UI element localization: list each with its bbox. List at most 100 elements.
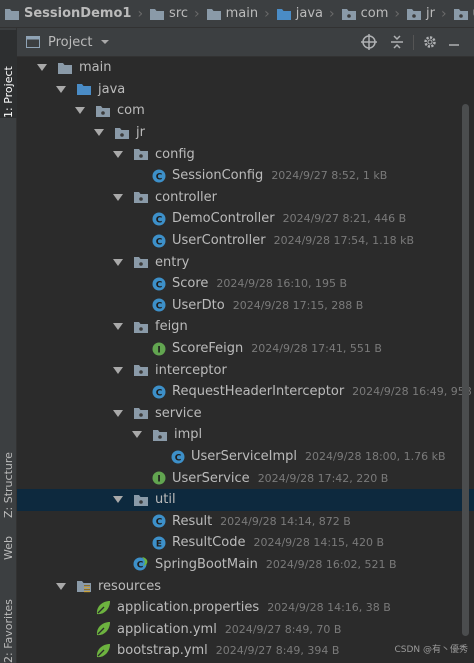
breadcrumb-item[interactable]: jr [406, 6, 435, 21]
tree-row[interactable]: C Score 2024/9/28 16:10, 195 B [17, 273, 474, 295]
tree-row[interactable]: C UserServiceImpl 2024/9/28 18:00, 1.76 kB [17, 446, 474, 468]
tree-item-name: feign [155, 319, 188, 335]
package-icon [134, 257, 148, 269]
tree-row[interactable]: resources [17, 575, 474, 597]
web-tab-label: Web [2, 536, 15, 560]
tree-row[interactable]: C UserController 2024/9/28 17:54, 1.18 kB [17, 230, 474, 252]
breadcrumb-item[interactable]: com [341, 6, 388, 21]
expand-arrow-icon[interactable] [94, 129, 104, 137]
expand-arrow-icon[interactable] [113, 150, 123, 158]
tree-row[interactable]: interceptor [17, 359, 474, 381]
collapse-all-icon[interactable] [389, 34, 405, 50]
tree-item-meta: 2024/9/28 14:16, 38 B [267, 601, 391, 615]
expand-arrow-icon[interactable] [113, 409, 123, 417]
expand-arrow-icon[interactable] [113, 323, 123, 331]
tree-row[interactable]: config [17, 143, 474, 165]
tree-item-name: jr [136, 125, 145, 141]
chevron-down-icon[interactable] [100, 37, 110, 47]
tree-item-name: service [155, 405, 202, 421]
tree-row[interactable]: controller [17, 187, 474, 209]
project-tree[interactable]: main java com jr config C SessionConfig 2024/9/… [17, 57, 474, 663]
tree-item-meta: 2024/9/27 8:49, 394 B [215, 644, 340, 658]
svg-text:C: C [156, 518, 163, 528]
tree-row[interactable]: service [17, 403, 474, 425]
svg-text:I: I [157, 345, 160, 355]
structure-tool-tab[interactable]: Z: Structure [0, 408, 17, 518]
tree-vertical-scrollbar[interactable] [462, 104, 469, 636]
target-icon[interactable] [361, 34, 377, 50]
svg-text:C: C [156, 302, 163, 312]
tree-row[interactable]: feign [17, 316, 474, 338]
breadcrumb-item[interactable]: src [149, 6, 188, 21]
folder-icon [5, 8, 19, 20]
tree-row[interactable]: I ScoreFeign 2024/9/28 17:41, 551 B [17, 338, 474, 360]
tree-item-name: SpringBootMain [155, 557, 258, 573]
tree-row[interactable]: application.yml 2024/9/27 8:49, 70 B [17, 619, 474, 641]
expand-arrow-icon[interactable] [113, 193, 123, 201]
expand-arrow-icon[interactable] [113, 366, 123, 374]
tree-row[interactable]: com [17, 100, 474, 122]
package-icon [406, 8, 421, 20]
structure-tab-label: Z: Structure [2, 452, 15, 518]
tree-item-name: UserServiceImpl [191, 449, 298, 465]
java-interface-icon: I [152, 342, 166, 356]
svg-text:C: C [156, 172, 163, 182]
package-icon [96, 105, 110, 117]
tree-row[interactable]: C RequestHeaderInterceptor 2024/9/28 16:49… [17, 381, 474, 403]
tree-item-name: application.properties [117, 600, 260, 616]
breadcrumb-label: jr [425, 6, 435, 21]
tree-row[interactable]: jr [17, 122, 474, 144]
gear-icon[interactable] [422, 34, 438, 50]
web-tool-tab[interactable]: Web [0, 516, 17, 560]
minimize-icon[interactable] [447, 34, 461, 50]
tree-item-meta: 2024/9/27 8:49, 70 B [224, 622, 342, 636]
tree-item-name: main [79, 60, 112, 76]
project-view-title[interactable]: Project [48, 35, 92, 50]
resources-folder-icon [77, 581, 91, 593]
tree-item-name: java [98, 81, 126, 97]
tree-item-meta: 2024/9/28 17:42, 220 B [257, 471, 389, 485]
tree-row[interactable]: entry [17, 251, 474, 273]
tree-item-name: RequestHeaderInterceptor [172, 384, 345, 400]
expand-arrow-icon[interactable] [56, 582, 66, 590]
tree-row[interactable]: C UserDto 2024/9/28 17:15, 288 B [17, 295, 474, 317]
project-tab-label: 1: Project [2, 66, 15, 118]
breadcrumb-separator: › [440, 5, 447, 22]
tree-item-meta: 2024/9/27 8:21, 446 B [282, 212, 407, 226]
expand-arrow-icon[interactable] [75, 107, 85, 115]
folder-icon [206, 8, 221, 20]
tree-row[interactable]: C SpringBootMain 2024/9/28 16:02, 521 B [17, 554, 474, 576]
tree-row[interactable]: I UserService 2024/9/28 17:42, 220 B [17, 467, 474, 489]
tree-row[interactable]: util [17, 489, 474, 511]
tree-row[interactable]: C Result 2024/9/28 14:14, 872 B [17, 511, 474, 533]
tree-item-name: impl [174, 427, 203, 443]
java-class-icon: C [152, 277, 166, 291]
svg-text:C: C [156, 280, 163, 290]
package-icon [134, 494, 148, 506]
expand-arrow-icon[interactable] [56, 85, 66, 93]
tree-row[interactable]: main [17, 57, 474, 79]
expand-arrow-icon[interactable] [113, 258, 123, 266]
tree-row[interactable]: java [17, 79, 474, 101]
breadcrumb-item[interactable]: java [276, 6, 323, 21]
tree-row[interactable]: C SessionConfig 2024/9/27 8:52, 1 kB [17, 165, 474, 187]
folder-icon [58, 62, 72, 74]
spring-config-icon [96, 600, 110, 614]
tree-row[interactable]: C DemoController 2024/9/27 8:21, 446 B [17, 208, 474, 230]
expand-arrow-icon[interactable] [132, 431, 142, 439]
spring-boot-class-icon: C [133, 556, 148, 571]
breadcrumb-item[interactable]: SessionDemo1 [4, 6, 131, 21]
breadcrumb-item[interactable]: main [206, 6, 258, 21]
watermark: CSDN @有丶優秀 [394, 645, 468, 655]
tree-row[interactable]: impl [17, 424, 474, 446]
svg-text:C: C [175, 453, 182, 463]
expand-arrow-icon[interactable] [113, 496, 123, 504]
navigation-breadcrumb: SessionDemo1 › src › main › java › com › jr › util [0, 0, 474, 28]
favorites-tool-tab[interactable]: 2: Favorites [0, 568, 17, 663]
tree-row[interactable]: application.properties 2024/9/28 14:16, 3… [17, 597, 474, 619]
project-tool-tab[interactable]: 1: Project [0, 30, 17, 118]
breadcrumb-item[interactable]: util [453, 6, 474, 21]
tree-row[interactable]: E ResultCode 2024/9/28 14:15, 420 B [17, 532, 474, 554]
expand-arrow-icon[interactable] [37, 64, 47, 72]
tree-item-meta: 2024/9/28 14:15, 420 B [253, 536, 385, 550]
